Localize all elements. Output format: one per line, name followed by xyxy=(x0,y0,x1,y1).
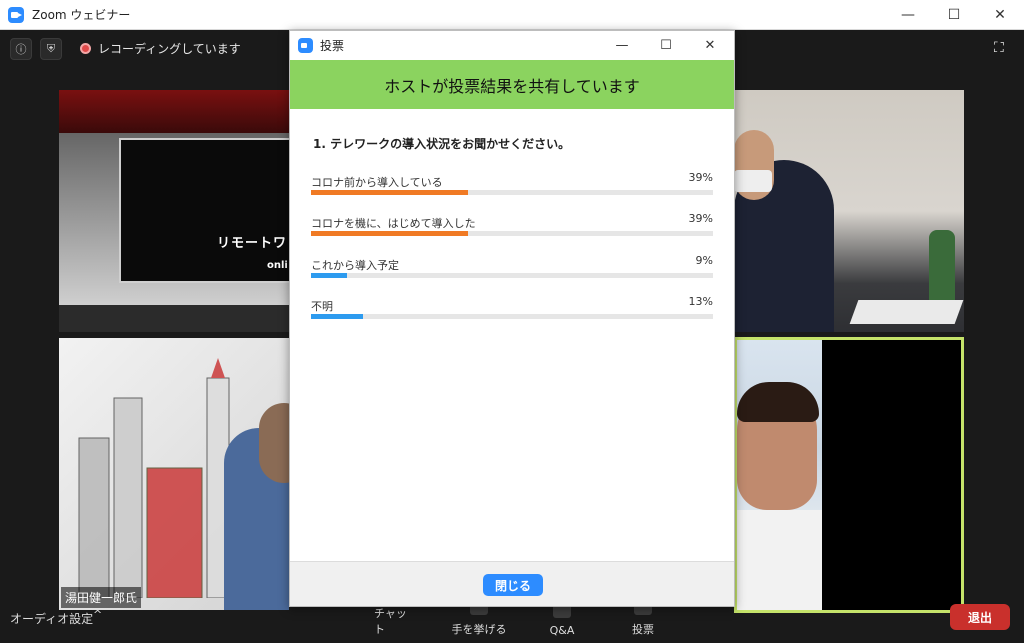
answer-bar-track xyxy=(311,231,713,236)
video-tile-speaker[interactable]: 湯田健一郎氏 xyxy=(59,338,289,610)
poll-minimize-button[interactable]: — xyxy=(600,31,644,60)
speaker-head xyxy=(259,403,289,483)
answer-label: コロナ前から導入している xyxy=(311,176,443,189)
poster-text-main: リモートワ xyxy=(217,236,288,251)
video-tile-presentation[interactable]: リモートワ onli xyxy=(59,90,289,332)
answer-bar-fill xyxy=(311,314,364,319)
answer-percent: 13% xyxy=(688,295,713,308)
answer-label: 不明 xyxy=(311,300,333,313)
answer-bar-track xyxy=(311,190,713,195)
poll-label: 投票 xyxy=(632,623,654,636)
poll-status-banner: ホストが投票結果を共有しています xyxy=(290,60,734,109)
recording-status: レコーディングしています xyxy=(98,42,241,56)
minimize-button[interactable]: — xyxy=(885,0,931,30)
answer-bar-fill xyxy=(311,190,468,195)
participant-shirt xyxy=(737,510,822,610)
poll-dialog: 投票 — ☐ ✕ ホストが投票結果を共有しています 1. テレワークの導入状況を… xyxy=(289,30,735,607)
info-icon[interactable]: ⓘ xyxy=(10,38,32,60)
video-tile-active-speaker[interactable] xyxy=(734,337,964,613)
chevron-up-icon[interactable]: ^ xyxy=(93,608,102,621)
zoom-logo-icon xyxy=(8,6,24,23)
participant-hair xyxy=(737,382,819,422)
answer-bar-fill xyxy=(311,231,468,236)
poll-answer: コロナ前から導入している 39% xyxy=(311,171,713,195)
close-window-button[interactable]: ✕ xyxy=(977,0,1023,30)
poll-question: 1. テレワークの導入状況をお聞かせください。 xyxy=(313,137,571,151)
poll-close-window-button[interactable]: ✕ xyxy=(688,31,732,60)
qa-label: Q&A xyxy=(549,624,575,637)
recording-indicator-icon xyxy=(80,43,91,54)
raise-hand-label: 手を挙げる xyxy=(451,623,507,636)
poll-answer: 不明 13% xyxy=(311,295,713,319)
answer-label: コロナを機に、はじめて導入した xyxy=(311,217,476,230)
poll-dialog-title: 投票 xyxy=(320,39,345,53)
close-poll-button[interactable]: 閉じる xyxy=(483,574,543,596)
papers xyxy=(849,300,964,324)
zoom-logo-icon xyxy=(298,38,313,53)
security-shield-icon[interactable]: ⛨ xyxy=(40,38,62,60)
answer-bar-fill xyxy=(311,273,348,278)
face-mask xyxy=(734,170,772,192)
poll-titlebar: 投票 — ☐ ✕ xyxy=(290,31,734,60)
answer-percent: 39% xyxy=(688,212,713,225)
answer-percent: 9% xyxy=(695,254,713,267)
window-titlebar: Zoom ウェビナー — ☐ ✕ xyxy=(0,0,1024,30)
video-tile-participant-masked[interactable] xyxy=(734,90,964,332)
fullscreen-icon[interactable]: ⛶ xyxy=(994,40,1010,56)
poll-maximize-button[interactable]: ☐ xyxy=(644,31,688,60)
poster-screen xyxy=(119,138,289,283)
answer-bar-track xyxy=(311,273,713,278)
leave-button[interactable]: 退出 xyxy=(950,604,1010,630)
water-bottle xyxy=(929,230,955,305)
chat-label: チャット xyxy=(374,607,407,636)
maximize-button[interactable]: ☐ xyxy=(931,0,977,30)
answer-label: これから導入予定 xyxy=(311,259,399,272)
poll-answer: これから導入予定 9% xyxy=(311,254,713,278)
window-title: Zoom ウェビナー xyxy=(32,8,131,22)
poll-answer: コロナを機に、はじめて導入した 39% xyxy=(311,212,713,236)
answer-percent: 39% xyxy=(688,171,713,184)
audio-settings-button[interactable]: オーディオ設定 xyxy=(10,610,93,627)
poll-footer: 閉じる xyxy=(290,561,734,606)
poster-text-sub: onli xyxy=(267,260,288,271)
answer-bar-track xyxy=(311,314,713,319)
